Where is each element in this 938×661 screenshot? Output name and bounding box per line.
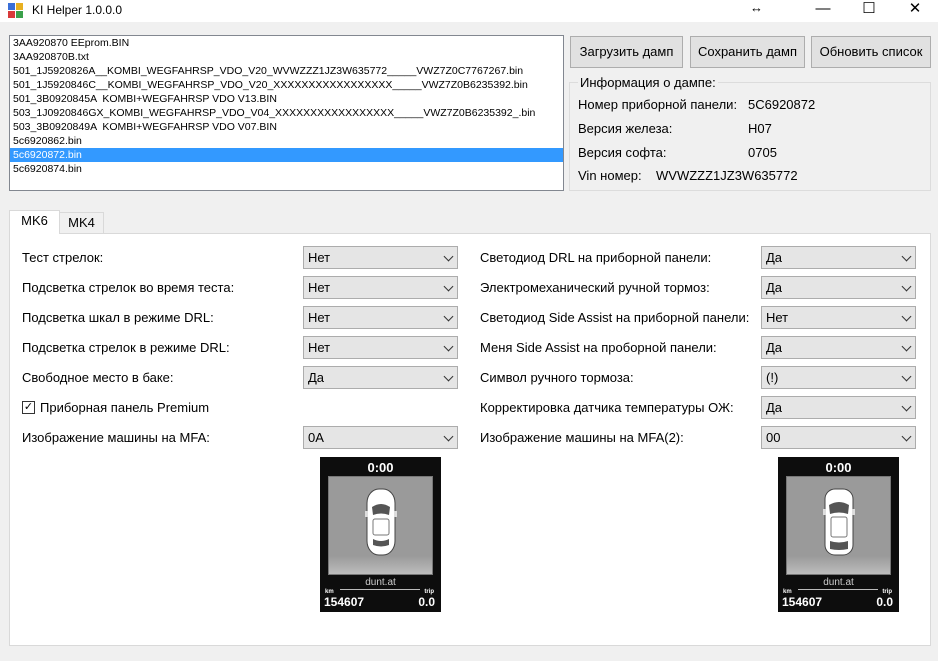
odometer-value: 154607 (782, 595, 823, 609)
save-dump-button[interactable]: Сохранить дамп (690, 36, 805, 68)
display-brand-text: dunt.at (365, 577, 396, 588)
dump-info-title: Информация о дампе: (578, 75, 718, 90)
software-version-value: 0705 (748, 145, 777, 160)
handbrake-symbol-select[interactable]: (!) (761, 366, 916, 389)
chevron-down-icon (443, 431, 454, 442)
file-list-item[interactable]: 501_1J5920846C__KOMBI_WEGFAHRSP_VDO_V20_… (10, 78, 563, 92)
chevron-down-icon (443, 251, 454, 262)
chevron-down-icon (443, 281, 454, 292)
mfa-car-preview-left: 0:00 dunt.at km trip 154607 0.0 (320, 457, 441, 612)
vin-label: Vin номер: (578, 168, 642, 183)
chevron-down-icon (443, 341, 454, 352)
chevron-down-icon (901, 251, 912, 262)
refresh-list-button[interactable]: Обновить список (811, 36, 931, 68)
chevron-down-icon (901, 401, 912, 412)
mfa-car-preview-right: 0:00 dunt.at km trip 154607 0.0 (778, 457, 899, 612)
trip-value: 0.0 (418, 595, 435, 609)
odometer-value: 154607 (324, 595, 365, 609)
trip-value: 0.0 (876, 595, 893, 609)
needle-test-label: Тест стрелок: (22, 250, 104, 265)
side-assist-menu-select[interactable]: Да (761, 336, 916, 359)
app-icon (8, 3, 24, 19)
tank-space-label: Свободное место в баке: (22, 370, 174, 385)
title-bar: KI Helper 1.0.0.0 ↔ — ☐ ✕ (0, 0, 938, 22)
tab-mk4[interactable]: MK4 (59, 212, 104, 234)
file-list-item[interactable]: 3AA920870B.txt (10, 50, 563, 64)
file-list-item[interactable]: 503_3B0920849A KOMBI+WEGFAHRSP VDO V07.B… (10, 120, 563, 134)
chevron-down-icon (443, 371, 454, 382)
side-assist-led-label: Светодиод Side Assist на приборной панел… (480, 310, 750, 325)
mfa-car-image-select[interactable]: 0A (303, 426, 458, 449)
tank-space-select[interactable]: Да (303, 366, 458, 389)
needle-light-test-select[interactable]: Нет (303, 276, 458, 299)
car-top-view-icon (365, 488, 397, 556)
file-list-item-selected[interactable]: 5c6920872.bin (10, 148, 563, 162)
mfa-car-image-label: Изображение машины на MFA: (22, 430, 210, 445)
mfa-car-image-2-label: Изображение машины на MFA(2): (480, 430, 684, 445)
resize-cursor-icon: ↔ (750, 0, 763, 15)
needle-test-select[interactable]: Нет (303, 246, 458, 269)
file-list-item[interactable]: 501_3B0920845A KOMBI+WEGFAHRSP VDO V13.B… (10, 92, 563, 106)
file-list-item[interactable]: 503_1J0920846GX_KOMBI_WEGFAHRSP_VDO_V04_… (10, 106, 563, 120)
car-top-view-icon (823, 488, 855, 556)
premium-panel-checkbox[interactable]: ✓ (22, 401, 35, 414)
chevron-down-icon (901, 431, 912, 442)
hardware-version-value: H07 (748, 121, 772, 136)
needle-light-drl-label: Подсветка стрелок в режиме DRL: (22, 340, 230, 355)
chevron-down-icon (901, 281, 912, 292)
chevron-down-icon (443, 311, 454, 322)
close-button[interactable]: ✕ (892, 0, 938, 22)
handbrake-symbol-label: Символ ручного тормоза: (480, 370, 634, 385)
file-list-item[interactable]: 3AA920870 EEprom.BIN (10, 36, 563, 50)
needle-light-drl-select[interactable]: Нет (303, 336, 458, 359)
vin-value: WVWZZZ1JZ3W635772 (656, 168, 798, 183)
display-clock: 0:00 (825, 460, 852, 475)
minimize-button[interactable]: — (800, 0, 846, 22)
electric-handbrake-label: Электромеханический ручной тормоз: (480, 280, 710, 295)
side-assist-led-select[interactable]: Нет (761, 306, 916, 329)
premium-panel-label: Приборная панель Premium (40, 400, 210, 415)
file-list-item[interactable]: 5c6920862.bin (10, 134, 563, 148)
chevron-down-icon (901, 311, 912, 322)
panel-number-label: Номер приборной панели: (578, 97, 738, 112)
side-assist-menu-label: Меня Side Assist на проборной панели: (480, 340, 717, 355)
maximize-button[interactable]: ☐ (846, 0, 892, 22)
hardware-version-label: Версия железа: (578, 121, 673, 136)
scale-light-drl-label: Подсветка шкал в режиме DRL: (22, 310, 214, 325)
display-screen (328, 476, 433, 575)
coolant-temp-correction-label: Корректировка датчика температуры ОЖ: (480, 400, 734, 415)
software-version-label: Версия софта: (578, 145, 667, 160)
file-list[interactable]: 3AA920870 EEprom.BIN 3AA920870B.txt 501_… (9, 35, 564, 191)
file-list-item[interactable]: 501_1J5920826A__KOMBI_WEGFAHRSP_VDO_V20_… (10, 64, 563, 78)
tab-mk6[interactable]: MK6 (9, 210, 60, 234)
chevron-down-icon (901, 341, 912, 352)
mfa-car-image-2-select[interactable]: 00 (761, 426, 916, 449)
panel-number-value: 5C6920872 (748, 97, 816, 112)
display-brand-text: dunt.at (823, 577, 854, 588)
window-title: KI Helper 1.0.0.0 (32, 3, 123, 17)
chevron-down-icon (901, 371, 912, 382)
drl-led-label: Светодиод DRL на приборной панели: (480, 250, 712, 265)
display-clock: 0:00 (367, 460, 394, 475)
scale-light-drl-select[interactable]: Нет (303, 306, 458, 329)
electric-handbrake-select[interactable]: Да (761, 276, 916, 299)
drl-led-select[interactable]: Да (761, 246, 916, 269)
needle-light-test-label: Подсветка стрелок во время теста: (22, 280, 235, 295)
file-list-item[interactable]: 5c6920874.bin (10, 162, 563, 176)
coolant-temp-correction-select[interactable]: Да (761, 396, 916, 419)
load-dump-button[interactable]: Загрузить дамп (570, 36, 683, 68)
display-screen (786, 476, 891, 575)
